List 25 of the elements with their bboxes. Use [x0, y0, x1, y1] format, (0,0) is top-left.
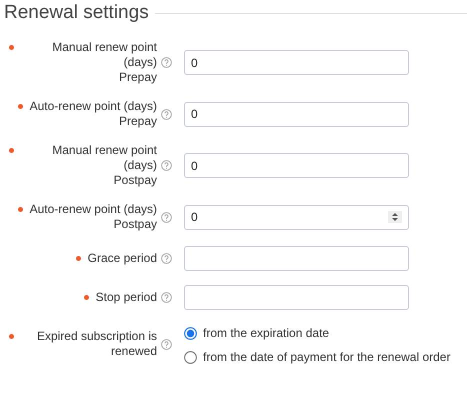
field-label: Auto-renew point (days) Prepay	[30, 99, 157, 129]
radio-button[interactable]	[184, 326, 197, 340]
radio-label: from the expiration date	[203, 326, 330, 340]
help-icon[interactable]	[161, 292, 172, 303]
section-title: Renewal settings	[4, 2, 149, 24]
field-label: Manual renew point (days) Prepay	[51, 40, 157, 85]
help-icon[interactable]	[161, 160, 172, 171]
radio-button[interactable]	[184, 350, 197, 364]
text-field[interactable]: 0	[184, 50, 409, 75]
help-icon[interactable]	[161, 108, 172, 120]
help-icon[interactable]	[161, 57, 172, 68]
number-field[interactable]: 0	[184, 204, 409, 230]
field-label: Expired subscription is renewed	[36, 329, 157, 359]
help-icon[interactable]	[161, 253, 172, 264]
text-field[interactable]	[184, 246, 409, 271]
radio-label: from the date of payment for the renewal order	[203, 350, 450, 364]
field-label: Auto-renew point (days) Postpay	[30, 202, 157, 232]
text-field[interactable]: 0	[184, 153, 409, 178]
field-label: Manual renew point (days) Postpay	[51, 143, 157, 188]
text-field[interactable]	[184, 285, 409, 310]
field-label: Grace period	[88, 251, 157, 266]
help-icon[interactable]	[161, 212, 172, 222]
field-label: Stop period	[96, 290, 157, 305]
text-field[interactable]: 0	[184, 102, 409, 126]
help-icon[interactable]	[161, 338, 172, 350]
